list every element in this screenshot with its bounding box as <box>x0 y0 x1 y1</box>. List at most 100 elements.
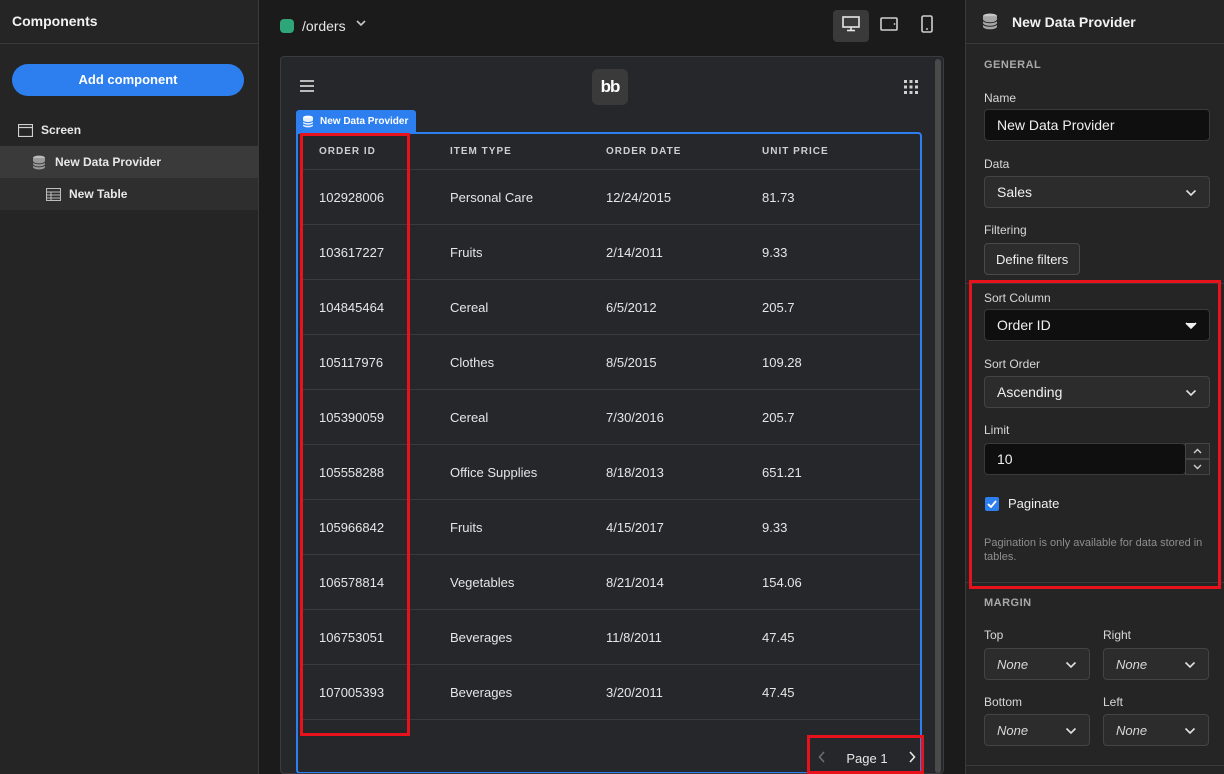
column-header-order-id[interactable]: ORDER ID <box>300 146 450 157</box>
margin-left-select[interactable]: None <box>1103 714 1209 746</box>
margin-left-value: None <box>1116 722 1148 738</box>
stepper-down-button[interactable] <box>1185 459 1210 475</box>
desktop-view-button[interactable] <box>833 10 869 42</box>
margin-bottom-select[interactable]: None <box>984 714 1090 746</box>
cell-unit-price: 651.21 <box>762 464 802 480</box>
limit-input[interactable]: 10 <box>984 443 1186 475</box>
cell-unit-price: 205.7 <box>762 409 795 425</box>
cell-order-id: 105117976 <box>319 354 384 370</box>
cell-unit-price: 205.7 <box>762 299 795 315</box>
chevron-down-icon <box>1185 184 1197 200</box>
margin-right-label: Right <box>1103 628 1132 642</box>
cell-order-id: 107005393 <box>319 684 385 700</box>
section-divider <box>966 582 1224 583</box>
cell-item-type: Clothes <box>450 354 495 370</box>
cell-order-date: 7/30/2016 <box>606 409 664 425</box>
filtering-label: Filtering <box>984 223 1027 237</box>
desktop-icon <box>842 15 860 37</box>
table-row[interactable]: 106753051 Beverages 11/8/2011 47.45 <box>300 610 920 665</box>
tree-item-table[interactable]: New Table <box>0 178 258 210</box>
table-row[interactable]: 105558288 Office Supplies 8/18/2013 651.21 <box>300 445 920 500</box>
cell-order-date: 8/18/2013 <box>606 464 664 480</box>
cell-order-id: 105558288 <box>319 464 385 480</box>
chevron-down-icon <box>1184 657 1196 672</box>
margin-heading: MARGIN <box>984 597 1032 609</box>
route-selector[interactable]: /orders <box>302 18 346 34</box>
margin-right-select[interactable]: None <box>1103 648 1209 680</box>
cell-unit-price: 47.45 <box>762 629 795 645</box>
paginate-label[interactable]: Paginate <box>1008 496 1059 511</box>
tree-item-data-provider[interactable]: New Data Provider <box>0 146 258 178</box>
table-row[interactable]: 103617227 Fruits 2/14/2011 9.33 <box>300 225 920 280</box>
cell-item-type: Office Supplies <box>450 464 538 480</box>
settings-header: New Data Provider <box>966 0 1224 44</box>
column-header-order-date[interactable]: ORDER DATE <box>606 146 762 157</box>
paginate-checkbox[interactable] <box>985 497 999 511</box>
mobile-icon <box>921 14 933 38</box>
cell-unit-price: 47.45 <box>762 684 795 700</box>
margin-top-value: None <box>997 656 1029 672</box>
cell-unit-price: 9.33 <box>762 519 788 535</box>
cell-item-type: Fruits <box>450 519 483 535</box>
name-input-value: New Data Provider <box>997 117 1115 133</box>
chevron-left-icon[interactable] <box>818 750 826 766</box>
section-divider <box>966 765 1224 766</box>
margin-top-select[interactable]: None <box>984 648 1090 680</box>
column-header-item-type[interactable]: ITEM TYPE <box>450 146 606 157</box>
data-provider-tag[interactable]: New Data Provider <box>296 110 417 132</box>
tree-item-label: New Data Provider <box>55 155 162 169</box>
table-row[interactable]: 105390059 Cereal 7/30/2016 205.7 <box>300 390 920 445</box>
column-header-unit-price[interactable]: UNIT PRICE <box>762 146 920 157</box>
mobile-view-button[interactable] <box>909 10 945 42</box>
chevron-down-icon <box>1065 723 1077 738</box>
cell-item-type: Fruits <box>450 244 483 260</box>
table-row[interactable]: 105966842 Fruits 4/15/2017 9.33 <box>300 500 920 555</box>
cell-order-id: 105966842 <box>319 519 385 535</box>
preview-scrollbar[interactable] <box>935 59 941 773</box>
chevron-right-icon[interactable] <box>908 750 916 766</box>
name-label: Name <box>984 91 1017 105</box>
cell-item-type: Cereal <box>450 409 489 425</box>
table-row[interactable]: 107005393 Beverages 3/20/2011 47.45 <box>300 665 920 720</box>
chevron-down-icon[interactable] <box>355 17 367 32</box>
tree-item-screen[interactable]: Screen <box>0 114 258 146</box>
define-filters-button[interactable]: Define filters <box>984 243 1081 275</box>
add-component-button[interactable]: Add component <box>12 64 244 96</box>
grid-menu-icon[interactable] <box>903 79 919 100</box>
cell-unit-price: 109.28 <box>762 354 802 370</box>
sort-column-select[interactable]: Order ID <box>984 309 1210 341</box>
data-select[interactable]: Sales <box>984 176 1210 208</box>
name-input[interactable]: New Data Provider <box>984 109 1210 141</box>
table-row[interactable]: 102928006 Personal Care 12/24/2015 81.73 <box>300 170 920 225</box>
cell-unit-price: 81.73 <box>762 189 795 205</box>
route-color-dot <box>280 19 294 33</box>
sort-column-label: Sort Column <box>984 291 1051 305</box>
table-row[interactable]: 105117976 Clothes 8/5/2015 109.28 <box>300 335 920 390</box>
cell-order-date: 6/5/2012 <box>606 299 657 315</box>
sort-order-select[interactable]: Ascending <box>984 376 1210 408</box>
stepper-up-button[interactable] <box>1185 443 1210 459</box>
table-row[interactable]: 104845464 Cereal 6/5/2012 205.7 <box>300 280 920 335</box>
margin-bottom-value: None <box>997 722 1029 738</box>
cell-unit-price: 154.06 <box>762 574 802 590</box>
cell-order-id: 102928006 <box>319 189 385 205</box>
data-select-value: Sales <box>997 184 1033 200</box>
chevron-down-icon <box>1185 317 1197 333</box>
table-pagination: Page 1 <box>808 743 926 773</box>
chevron-down-icon <box>1065 657 1077 672</box>
cell-item-type: Vegetables <box>450 574 515 590</box>
app-window: Components Add component Screen New Data… <box>0 0 1224 774</box>
table-icon <box>45 187 61 201</box>
components-panel: Components Add component Screen New Data… <box>0 0 259 774</box>
chevron-down-icon <box>1185 384 1197 400</box>
database-icon <box>31 155 47 169</box>
section-divider <box>966 283 1224 284</box>
cell-order-date: 4/15/2017 <box>606 519 664 535</box>
tablet-view-button[interactable] <box>871 10 907 42</box>
cell-item-type: Cereal <box>450 299 489 315</box>
tree-item-label: New Table <box>69 187 128 201</box>
table-row[interactable]: 106578814 Vegetables 8/21/2014 154.06 <box>300 555 920 610</box>
chevron-down-icon <box>1184 723 1196 738</box>
hamburger-menu-icon[interactable] <box>299 79 315 98</box>
settings-title: New Data Provider <box>1012 13 1136 30</box>
